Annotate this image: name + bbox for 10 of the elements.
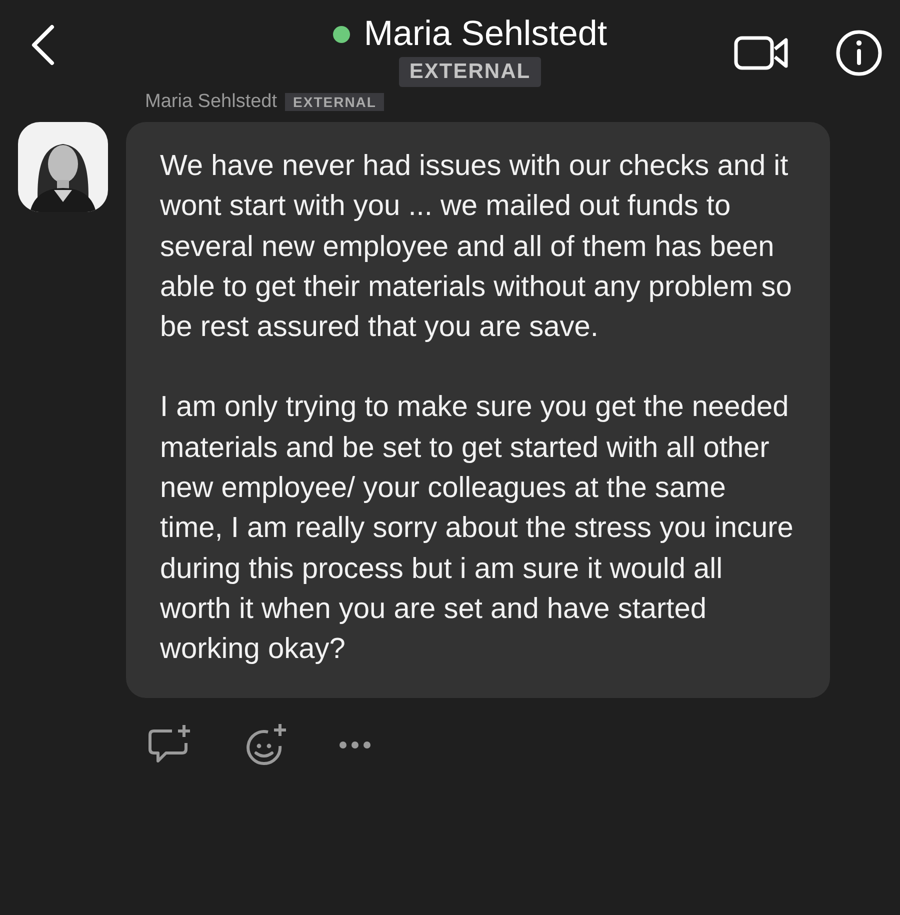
more-icon[interactable] — [338, 740, 372, 750]
external-tag: EXTERNAL — [285, 93, 384, 111]
video-call-icon[interactable] — [734, 35, 790, 71]
external-tag: EXTERNAL — [399, 57, 541, 87]
message-text: We have never had issues with our checks and it wont start with you ... we mailed out funds to several new employee and all of them has been able to get their materials without any problem so be rest assured that you are save. — [160, 149, 793, 346]
contact-name: Maria Sehlstedt — [364, 14, 608, 54]
back-icon[interactable] — [30, 24, 56, 66]
sender-name: Maria Sehlstedt — [145, 91, 278, 113]
message-text: I am only trying to make sure you get the needed materials and be set to get started with all other new employee/ your colleagues at the same time, I am really sorry about the stress you incure during this process but i am sure it would all worth it when you are set and have started working okay? — [160, 390, 794, 668]
info-icon[interactable] — [836, 30, 882, 76]
